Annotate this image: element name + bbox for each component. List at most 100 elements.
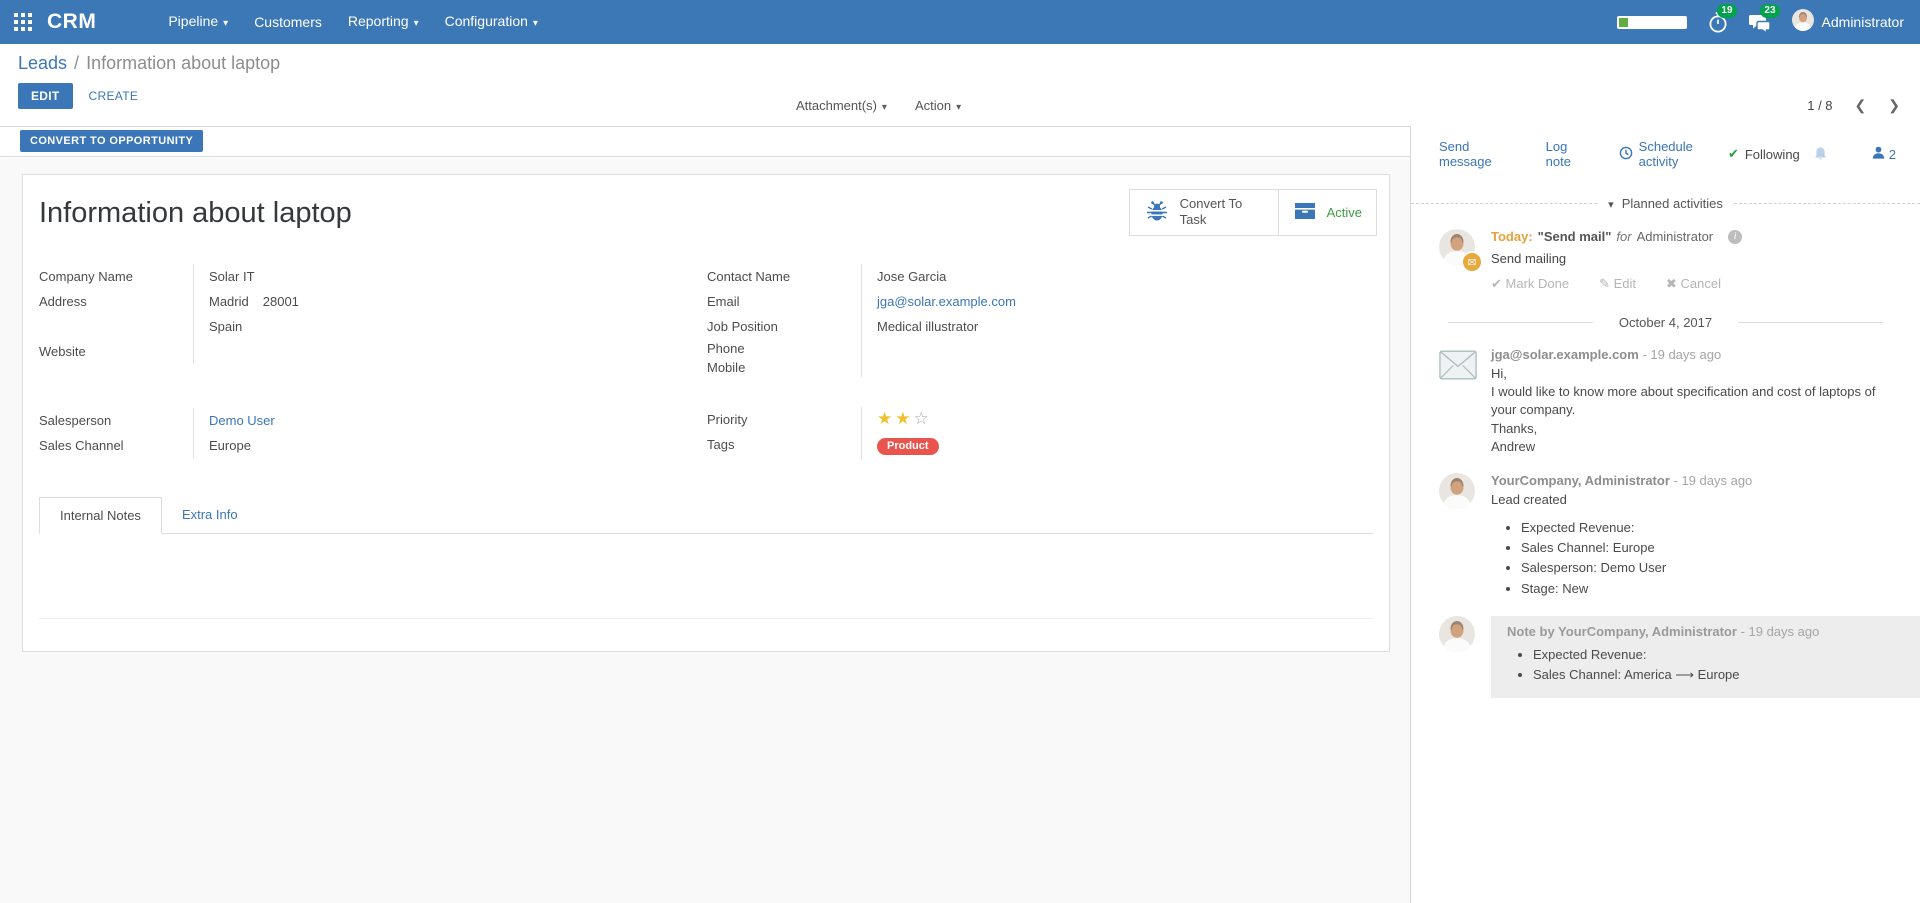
form-sheet: Convert To Task Active Informa	[22, 174, 1390, 652]
address-zip: 28001	[263, 294, 299, 309]
active-toggle-button[interactable]: Active	[1278, 190, 1376, 235]
field-salesperson: Salesperson Demo User	[39, 408, 699, 433]
page: CRM Pipeline Customers Reporting Configu…	[0, 0, 1920, 903]
separator-line	[1738, 322, 1883, 323]
message-bullet-list: Expected Revenue: Sales Channel: Europe …	[1521, 518, 1896, 599]
breadcrumb-leads[interactable]: Leads	[18, 53, 67, 73]
menu-pipeline-label: Pipeline	[168, 13, 218, 29]
bell-icon[interactable]	[1813, 146, 1828, 162]
contact-name-label: Contact Name	[707, 264, 862, 289]
chatter-toolbar: Send message Log note Schedule activity …	[1411, 126, 1920, 169]
user-menu[interactable]: Administrator	[1792, 9, 1904, 36]
salesperson-value[interactable]: Demo User	[209, 413, 275, 428]
message-line: I would like to know more about specific…	[1491, 383, 1896, 419]
activity-avatar-wrap	[1439, 229, 1475, 265]
action-dropdown-label: Action	[915, 98, 951, 113]
pager-previous-icon[interactable]: ❮	[1855, 97, 1867, 114]
planned-activities-toggle[interactable]: Planned activities	[1608, 196, 1723, 211]
action-dropdown[interactable]: Action	[915, 98, 961, 113]
mobile-label: Mobile	[707, 358, 862, 377]
edit-activity-button[interactable]: Edit	[1599, 276, 1636, 292]
menu-configuration-label: Configuration	[445, 13, 528, 29]
date-separator-label: October 4, 2017	[1619, 315, 1712, 330]
follow-controls: ✔Following 2	[1728, 146, 1896, 162]
field-priority: Priority ★★☆	[707, 407, 1367, 432]
apps-grid-icon[interactable]	[14, 13, 32, 31]
activity-actions: Mark Done Edit Cancel	[1491, 276, 1742, 292]
field-company-name: Company Name Solar IT	[39, 264, 699, 289]
activity-for-word: for	[1616, 229, 1631, 244]
log-note-button[interactable]: Log note	[1546, 139, 1593, 169]
message-body: jga@solar.example.com - 19 days ago Hi, …	[1491, 347, 1896, 456]
attachments-dropdown-label: Attachment(s)	[796, 98, 877, 113]
message-header: Note by YourCompany, Administrator - 19 …	[1507, 624, 1904, 639]
activity-due: Today:	[1491, 229, 1533, 244]
user-avatar	[1792, 9, 1814, 36]
pager-value: 1 / 8	[1807, 98, 1832, 113]
app-brand[interactable]: CRM	[47, 10, 96, 34]
field-phone: Phone	[707, 339, 1367, 358]
info-icon[interactable]	[1728, 230, 1742, 244]
message-lead-created: YourCompany, Administrator - 19 days ago…	[1411, 456, 1920, 599]
dashed-line	[1734, 203, 1920, 204]
sheet-divider	[39, 618, 1373, 619]
statusbar: CONVERT TO OPPORTUNITY	[0, 127, 1410, 157]
priority-star-empty[interactable]: ☆	[914, 409, 932, 428]
convert-to-opportunity-button[interactable]: CONVERT TO OPPORTUNITY	[20, 130, 203, 152]
form-view: CONVERT TO OPPORTUNITY	[0, 126, 1411, 903]
job-position-label: Job Position	[707, 314, 862, 339]
email-value[interactable]: jga@solar.example.com	[877, 294, 1016, 309]
timer-progress-bar[interactable]	[1617, 16, 1687, 29]
pager-next-icon[interactable]: ❯	[1888, 97, 1900, 114]
priority-star-filled[interactable]: ★	[895, 409, 913, 428]
phone-value	[862, 339, 877, 358]
activity-body: Today: "Send mail" for Administrator Sen…	[1491, 229, 1742, 292]
website-value	[194, 339, 209, 364]
email-label: Email	[707, 289, 862, 314]
separator-line	[1448, 322, 1593, 323]
contact-name-value: Jose Garcia	[862, 264, 946, 289]
edit-button[interactable]: EDIT	[18, 83, 73, 109]
archive-box-icon	[1293, 201, 1317, 224]
job-position-value: Medical illustrator	[862, 314, 978, 339]
message-author[interactable]: Note by YourCompany, Administrator	[1507, 624, 1737, 639]
messages-chat-icon[interactable]: 23	[1749, 10, 1773, 34]
address-city: Madrid	[209, 294, 249, 309]
tab-internal-notes[interactable]: Internal Notes	[39, 497, 162, 534]
message-line: Andrew	[1491, 438, 1896, 456]
menu-pipeline[interactable]: Pipeline	[158, 0, 238, 46]
followers-counter[interactable]: 2	[1872, 146, 1896, 162]
field-column-right: Contact Name Jose Garcia Email jga@solar…	[707, 264, 1367, 460]
chatter-panel: Send message Log note Schedule activity …	[1411, 126, 1920, 903]
bullet-item: Expected Revenue:	[1533, 645, 1904, 665]
sales-channel-value: Europe	[194, 433, 251, 458]
menu-customers[interactable]: Customers	[244, 0, 332, 44]
attachments-dropdown[interactable]: Attachment(s)	[796, 98, 887, 113]
convert-to-task-label: Convert To Task	[1180, 196, 1264, 229]
field-sales-channel: Sales Channel Europe	[39, 433, 699, 458]
field-address-country: Spain	[39, 314, 699, 339]
menu-reporting[interactable]: Reporting	[338, 0, 429, 46]
address-label: Address	[39, 289, 194, 314]
convert-to-task-button[interactable]: Convert To Task	[1130, 190, 1278, 235]
cancel-activity-button[interactable]: Cancel	[1666, 276, 1721, 292]
mark-done-button[interactable]: Mark Done	[1491, 276, 1569, 292]
message-text: Lead created	[1491, 491, 1896, 509]
message-header: jga@solar.example.com - 19 days ago	[1491, 347, 1896, 362]
priority-star-filled[interactable]: ★	[877, 409, 895, 428]
send-message-button[interactable]: Send message	[1439, 139, 1520, 169]
menu-configuration[interactable]: Configuration	[435, 0, 548, 46]
top-navbar: CRM Pipeline Customers Reporting Configu…	[0, 0, 1920, 44]
message-author[interactable]: jga@solar.example.com	[1491, 347, 1639, 362]
create-button[interactable]: CREATE	[89, 89, 139, 103]
following-button[interactable]: ✔Following	[1728, 146, 1800, 162]
message-author[interactable]: YourCompany, Administrator	[1491, 473, 1670, 488]
activity-item: Today: "Send mail" for Administrator Sen…	[1411, 211, 1920, 292]
stat-button-box: Convert To Task Active	[1129, 189, 1377, 236]
schedule-activity-button[interactable]: Schedule activity	[1619, 139, 1728, 169]
breadcrumb: Leads/Information about laptop	[18, 53, 1902, 74]
activities-clock-icon[interactable]: 19	[1706, 10, 1730, 34]
tab-extra-info[interactable]: Extra Info	[162, 497, 258, 534]
planned-activities-header: Planned activities	[1411, 196, 1920, 211]
company-name-value: Solar IT	[194, 264, 255, 289]
